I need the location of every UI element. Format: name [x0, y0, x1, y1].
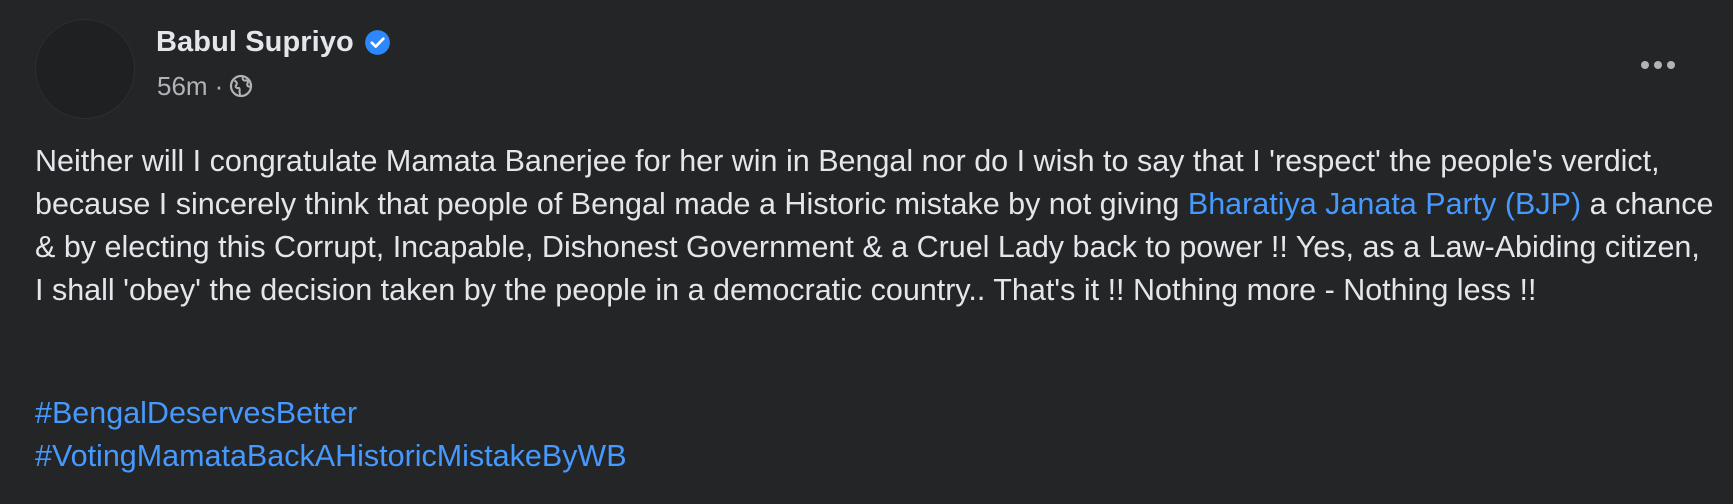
mention-link[interactable]: Bharatiya Janata Party (BJP) — [1188, 187, 1581, 221]
verified-badge-icon — [365, 29, 390, 55]
more-options-button[interactable] — [1628, 45, 1688, 85]
hashtags: #BengalDeservesBetter #VotingMamataBackA… — [35, 392, 627, 478]
globe-icon[interactable] — [229, 74, 253, 98]
hashtag-link[interactable]: #VotingMamataBackAHistoricMistakeByWB — [35, 435, 627, 478]
more-options-icon — [1641, 61, 1675, 69]
author-name[interactable]: Babul Supriyo — [156, 26, 354, 59]
meta-separator: · — [214, 70, 224, 101]
avatar[interactable] — [35, 19, 135, 119]
post-meta: 56m · — [157, 68, 253, 104]
post-body: Neither will I congratulate Mamata Baner… — [35, 140, 1715, 312]
hashtag-link[interactable]: #BengalDeservesBetter — [35, 392, 627, 435]
author-row: Babul Supriyo — [156, 20, 391, 64]
post-timestamp[interactable]: 56m — [157, 71, 208, 102]
facebook-post: Babul Supriyo 56m · Neither will I congr… — [0, 0, 1733, 504]
